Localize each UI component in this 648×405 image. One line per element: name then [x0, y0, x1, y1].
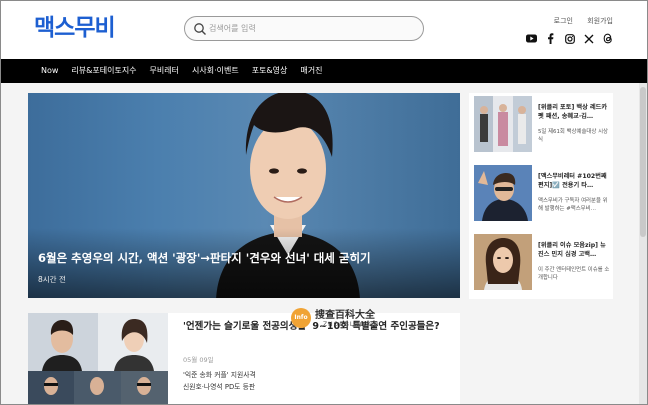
watermark-text: 搜查百科大全 [315, 310, 375, 321]
hero-time: 8시간 전 [38, 275, 66, 284]
article-date: 05월 09일 [183, 356, 214, 364]
side-item-title[interactable]: [위클리 이슈 모음zip] 뉴진스 민지 심경 고백… [538, 241, 610, 259]
side-item-thumbnail[interactable] [474, 96, 532, 152]
nav-item-movieletter[interactable]: 무비레터 [150, 59, 179, 83]
side-item[interactable]: [위클리 이슈 모음zip] 뉴진스 민지 심경 고백… 이 주간 엔터테인먼트… [474, 231, 610, 291]
search-icon[interactable] [193, 22, 207, 36]
page-scrollbar[interactable] [639, 83, 647, 404]
threads-icon[interactable] [602, 33, 613, 44]
watermark-badge: Info [291, 308, 311, 328]
scrollbar-thumb[interactable] [640, 87, 646, 237]
side-item-desc: 이 주간 엔터테인먼트 이슈를 소개합니다 [538, 267, 610, 281]
side-item-thumbnail[interactable] [474, 234, 532, 290]
site-logo[interactable]: 맥스무비 [34, 15, 116, 41]
side-item-thumbnail[interactable] [474, 165, 532, 221]
search-bar[interactable] [184, 16, 424, 41]
search-input[interactable] [209, 20, 409, 37]
side-item-title[interactable]: [맥스무비레터 #102번째 편지]☑️ 전용기 타… [538, 172, 610, 190]
facebook-icon[interactable] [545, 33, 556, 44]
hero-article[interactable]: 6월은 추영우의 시간, 액션 '광장'→판타지 '견우와 선녀' 대세 굳히기… [28, 93, 460, 298]
watermark-badge-text: Info [294, 314, 308, 321]
nav-item-photo[interactable]: 포토&영상 [252, 59, 288, 83]
side-item[interactable]: [맥스무비레터 #102번째 편지]☑️ 전용기 타… 맥스무비가 구독자 여러… [474, 162, 610, 222]
article-subtitle-2: 신원호·나영석 PD도 등판 [183, 383, 256, 391]
nav-item-now[interactable]: Now [41, 59, 58, 83]
signup-link[interactable]: 회원가입 [587, 17, 613, 25]
article-subtitle-1: '익준 송화 커플' 지원사격 [183, 371, 256, 379]
article-thumbnail[interactable] [28, 313, 168, 404]
nav-item-review[interactable]: 리뷰&포테이토지수 [71, 59, 136, 83]
watermark-sub: ZHOUBLOG.CN [323, 321, 379, 328]
instagram-icon[interactable] [564, 33, 575, 44]
main-nav: Now 리뷰&포테이토지수 무비레터 시사회·이벤트 포토&영상 매거진 [1, 59, 647, 83]
x-icon[interactable] [583, 33, 594, 44]
hero-title[interactable]: 6월은 추영우의 시간, 액션 '광장'→판타지 '견우와 선녀' 대세 굳히기 [38, 250, 371, 266]
site-header: 맥스무비 로그인 회원가입 [1, 1, 647, 59]
login-link[interactable]: 로그인 [554, 17, 573, 25]
side-item-desc: 5일 제61회 백상예술대상 시상식 [538, 129, 608, 143]
nav-item-magazine[interactable]: 매거진 [300, 59, 322, 83]
side-item-desc: 맥스무비가 구독자 여러분을 위해 발행하는 #맥스무비… [538, 198, 608, 212]
youtube-icon[interactable] [526, 33, 537, 44]
auth-links: 로그인 회원가입 [542, 16, 613, 26]
side-item[interactable]: [위클리 포토] 백상 레드카펫 패션, 송혜교·김… 5일 제61회 백상예술… [474, 93, 610, 153]
watermark-logo: Info 搜查百科大全 ZHOUBLOG.CN [291, 306, 431, 336]
side-item-title[interactable]: [위클리 포토] 백상 레드카펫 패션, 송혜교·김… [538, 103, 610, 121]
side-list: [위클리 포토] 백상 레드카펫 패션, 송혜교·김… 5일 제61회 백상예술… [469, 93, 613, 299]
social-links [526, 33, 613, 44]
nav-item-event[interactable]: 시사회·이벤트 [192, 59, 239, 83]
browser-frame: 맥스무비 로그인 회원가입 [0, 0, 648, 405]
